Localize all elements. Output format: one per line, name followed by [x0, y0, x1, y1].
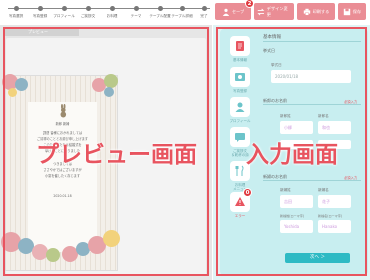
save-progress-button[interactable]: セーブ 2: [215, 0, 254, 20]
step-label: テーブル配置: [149, 14, 171, 18]
step-6[interactable]: テーマ: [124, 3, 148, 19]
swap-icon: [257, 8, 265, 15]
step-label: お料理: [106, 14, 118, 18]
step-label: 写真登録: [32, 14, 48, 18]
change-design-button[interactable]: デザイン変更: [254, 3, 294, 20]
step-5[interactable]: お料理: [100, 3, 124, 19]
preview-screen-caption: プレビュー画面: [36, 142, 197, 168]
step-2[interactable]: 写真登録: [28, 3, 52, 19]
save-label: 保存: [352, 8, 362, 14]
step-9[interactable]: 完了: [192, 3, 216, 19]
step-label: プロフィール: [53, 14, 75, 18]
toolbar: セーブ 2 デザイン変更 印刷する 保存: [215, 0, 366, 20]
step-label: 写真選択: [8, 14, 24, 18]
printer-icon: [303, 8, 310, 15]
save-badge: 2: [245, 0, 254, 8]
step-1[interactable]: 写真選択: [4, 3, 28, 19]
save-button[interactable]: 保存: [338, 3, 366, 20]
step-label: テーマ: [130, 14, 142, 18]
top-bar: 写真選択 写真登録 プロフィール ご挨拶文 お料理 テーマ テーブル配置 テーブ…: [0, 0, 370, 24]
step-3[interactable]: プロフィール: [52, 3, 76, 19]
change-design-label: デザイン変更: [266, 5, 288, 17]
step-label: テーブル詳細: [171, 14, 193, 18]
person-icon: [222, 8, 230, 16]
step-label: 完了: [200, 14, 208, 18]
step-label: ご挨拶文: [80, 14, 96, 18]
step-4[interactable]: ご挨拶文: [76, 3, 100, 19]
step-7[interactable]: テーブル配置: [148, 3, 172, 19]
print-label: 印刷する: [312, 8, 330, 14]
step-8[interactable]: テーブル詳細: [170, 3, 194, 19]
save-progress-label: セーブ: [231, 8, 245, 14]
progress-stepper: 写真選択 写真登録 プロフィール ご挨拶文 お料理 テーマ テーブル配置 テーブ…: [4, 3, 216, 21]
floppy-icon: [343, 8, 350, 15]
print-button[interactable]: 印刷する: [297, 3, 335, 20]
input-screen-caption: 入力画面: [246, 142, 338, 168]
